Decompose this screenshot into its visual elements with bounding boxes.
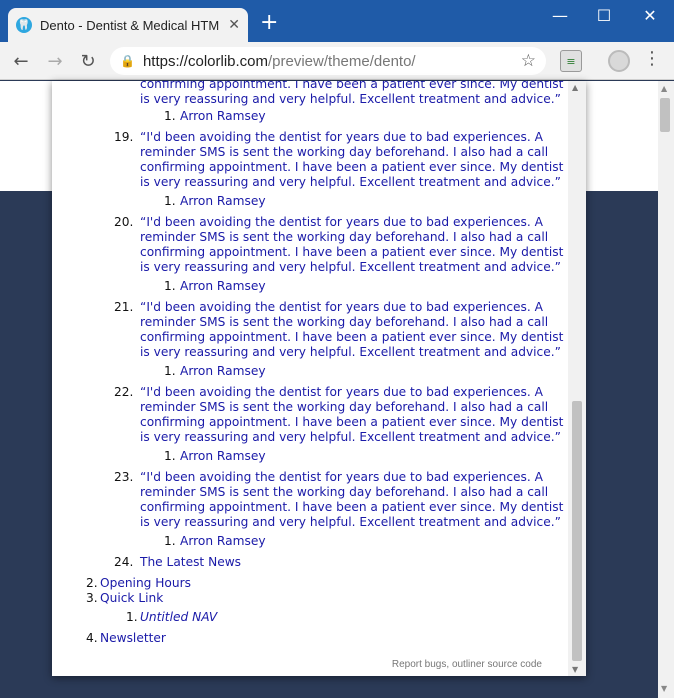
author-number: 1. — [164, 534, 176, 548]
quote-line: is very reassuring and very helpful. Exc… — [140, 515, 561, 529]
profile-avatar-icon[interactable] — [608, 50, 630, 72]
page-scrollbar[interactable] — [658, 81, 674, 698]
address-bar[interactable]: 🔒 https://colorlib.com/preview/theme/den… — [110, 47, 546, 75]
scroll-up-icon[interactable]: ▲ — [572, 83, 578, 92]
quote-line: is very reassuring and very helpful. Exc… — [140, 260, 561, 274]
item-number: 24. — [114, 555, 134, 569]
author-link[interactable]: Arron Ramsey — [180, 109, 266, 124]
browser-toolbar: ← → ↻ 🔒 https://colorlib.com/preview/the… — [0, 42, 674, 80]
author-number: 1. — [164, 449, 176, 463]
latest-news-link[interactable]: The Latest News — [140, 555, 241, 570]
item-number: 23. — [114, 470, 134, 484]
author-link[interactable]: Arron Ramsey — [180, 534, 266, 549]
title-bar: 🦷 Dento - Dentist & Medical HTM ✕ + — ☐ … — [0, 0, 674, 42]
minimize-icon[interactable]: — — [548, 6, 572, 25]
quote-line: confirming appointment. I have been a pa… — [140, 81, 564, 91]
item-number: 3. — [86, 591, 98, 605]
quote-line: “I'd been avoiding the dentist for years… — [140, 215, 543, 229]
browser-tab[interactable]: 🦷 Dento - Dentist & Medical HTM ✕ — [8, 8, 248, 42]
testimonial-link[interactable]: “I'd been avoiding the dentist for years… — [140, 300, 564, 360]
author-number: 1. — [164, 194, 176, 208]
item-number: 20. — [114, 215, 134, 229]
quote-line: is very reassuring and very helpful. Exc… — [140, 92, 561, 106]
back-arrow-icon[interactable]: ← — [8, 48, 34, 74]
item-number: 22. — [114, 385, 134, 399]
plus-icon[interactable]: + — [260, 12, 278, 34]
author-link[interactable]: Arron Ramsey — [180, 279, 266, 294]
newsletter-link[interactable]: Newsletter — [100, 631, 166, 646]
untitled-nav-link[interactable]: Untitled NAV — [140, 610, 217, 625]
star-icon[interactable]: ☆ — [521, 51, 536, 71]
author-number: 1. — [164, 364, 176, 378]
quote-line: confirming appointment. I have been a pa… — [140, 500, 564, 514]
author-link[interactable]: Arron Ramsey — [180, 449, 266, 464]
url-path: /preview/theme/dento/ — [268, 52, 416, 70]
item-number: 2. — [86, 576, 98, 590]
list-item[interactable]: confirming appointment. I have been a pa… — [140, 81, 564, 107]
quote-line: reminder SMS is sent the working day bef… — [140, 485, 549, 499]
popup-scrollbar-thumb[interactable] — [572, 401, 582, 661]
outline-list: confirming appointment. I have been a pa… — [52, 81, 568, 676]
report-bugs-link[interactable]: Report bugs — [392, 659, 446, 670]
source-code-link[interactable]: outliner source code — [452, 659, 542, 670]
outliner-popup: confirming appointment. I have been a pa… — [52, 81, 586, 676]
author-number: 1. — [164, 109, 176, 123]
url-host: https://colorlib.com — [142, 52, 268, 70]
close-icon[interactable]: ✕ — [228, 17, 240, 33]
page-scroll-down-icon[interactable]: ▼ — [661, 684, 667, 693]
quote-line: “I'd been avoiding the dentist for years… — [140, 300, 543, 314]
opening-hours-link[interactable]: Opening Hours — [100, 576, 191, 591]
outliner-footer: Report bugs, outliner source code — [392, 657, 542, 672]
quote-line: “I'd been avoiding the dentist for years… — [140, 385, 543, 399]
quote-line: confirming appointment. I have been a pa… — [140, 330, 564, 344]
quote-line: reminder SMS is sent the working day bef… — [140, 145, 549, 159]
tooth-icon: 🦷 — [16, 17, 32, 33]
item-number: 19. — [114, 130, 134, 144]
quote-line: reminder SMS is sent the working day bef… — [140, 315, 549, 329]
quote-line: “I'd been avoiding the dentist for years… — [140, 470, 543, 484]
page-scrollbar-thumb[interactable] — [660, 98, 670, 132]
scroll-down-icon[interactable]: ▼ — [572, 665, 578, 674]
outliner-extension-icon[interactable]: ≡ — [560, 50, 582, 72]
testimonial-link[interactable]: “I'd been avoiding the dentist for years… — [140, 470, 564, 530]
quote-line: confirming appointment. I have been a pa… — [140, 160, 564, 174]
quote-line: confirming appointment. I have been a pa… — [140, 415, 564, 429]
quote-line: “I'd been avoiding the dentist for years… — [140, 130, 543, 144]
quick-link-link[interactable]: Quick Link — [100, 591, 163, 606]
reload-icon[interactable]: ↻ — [75, 48, 101, 74]
close-window-icon[interactable]: ✕ — [638, 6, 662, 25]
quote-line: is very reassuring and very helpful. Exc… — [140, 345, 561, 359]
testimonial-link[interactable]: “I'd been avoiding the dentist for years… — [140, 215, 564, 275]
quote-line: is very reassuring and very helpful. Exc… — [140, 430, 561, 444]
quote-line: is very reassuring and very helpful. Exc… — [140, 175, 561, 189]
maximize-icon[interactable]: ☐ — [592, 6, 616, 25]
quote-line: reminder SMS is sent the working day bef… — [140, 230, 549, 244]
quote-line: reminder SMS is sent the working day bef… — [140, 400, 549, 414]
author-number: 1. — [164, 279, 176, 293]
quote-line: confirming appointment. I have been a pa… — [140, 245, 564, 259]
author-link[interactable]: Arron Ramsey — [180, 364, 266, 379]
author-link[interactable]: Arron Ramsey — [180, 194, 266, 209]
url-text[interactable]: https://colorlib.com/preview/theme/dento… — [143, 53, 416, 70]
forward-arrow-icon[interactable]: → — [42, 48, 68, 74]
lock-icon: 🔒 — [120, 54, 135, 68]
testimonial-link[interactable]: “I'd been avoiding the dentist for years… — [140, 385, 564, 445]
kebab-menu-icon[interactable]: ⋮ — [643, 48, 661, 69]
testimonial-link[interactable]: “I'd been avoiding the dentist for years… — [140, 130, 564, 190]
item-number: 4. — [86, 631, 98, 645]
tab-title: Dento - Dentist & Medical HTM — [40, 17, 220, 33]
page-scroll-up-icon[interactable]: ▲ — [661, 84, 667, 93]
item-number: 1. — [126, 610, 138, 624]
item-number: 21. — [114, 300, 134, 314]
